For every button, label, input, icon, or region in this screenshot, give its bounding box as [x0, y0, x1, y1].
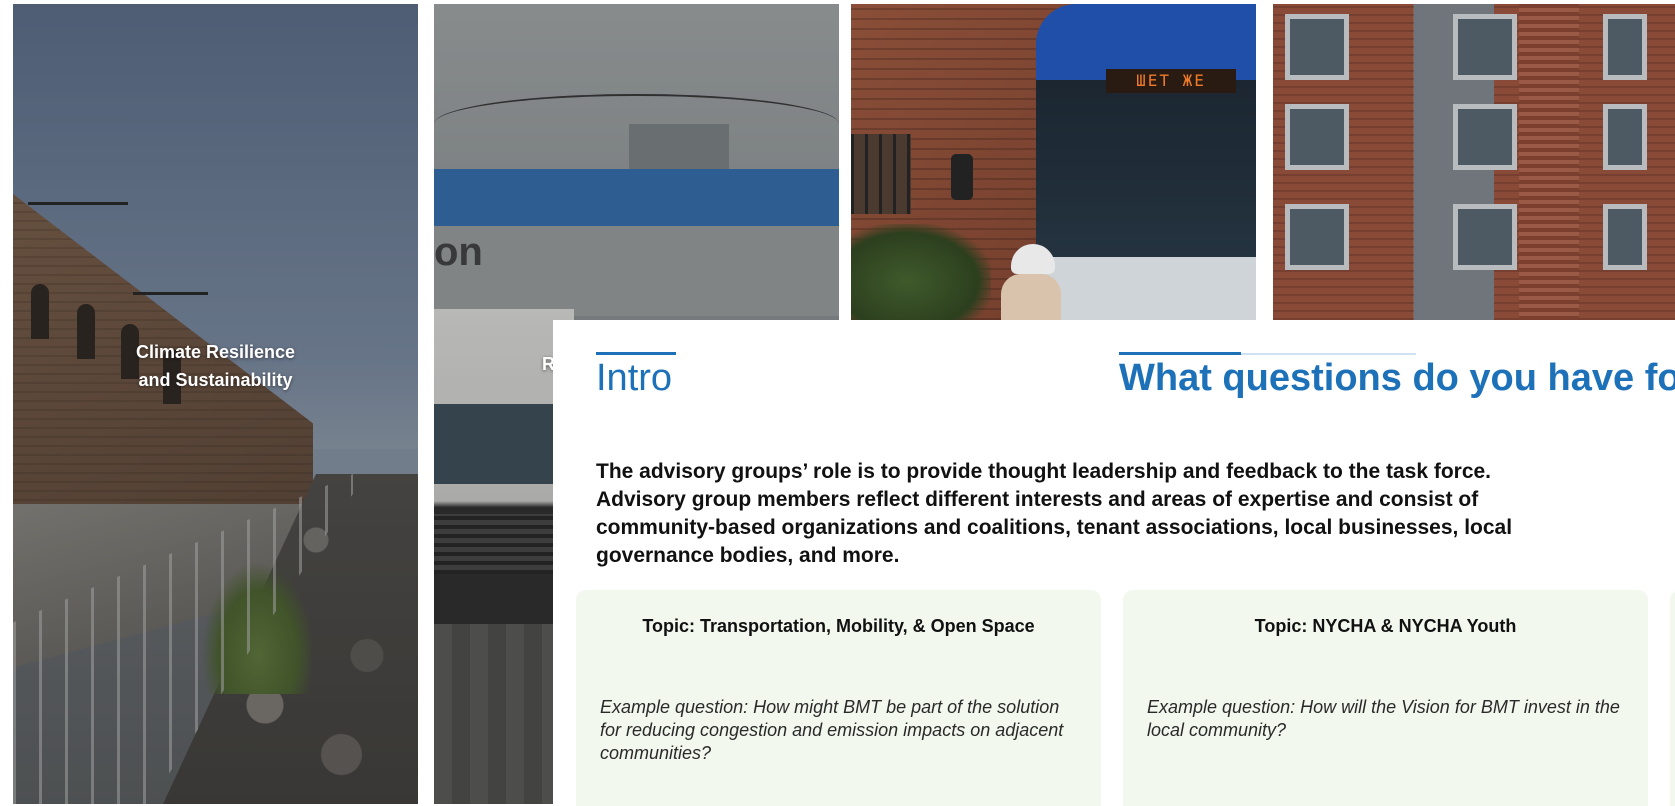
tile-photo-window [1603, 204, 1647, 270]
intro-body: The advisory groups’ role is to provide … [596, 460, 1513, 567]
tile-photo-window-grid [851, 134, 911, 214]
tile-label: Climate Resilience and Sustainability [13, 338, 418, 394]
tile-photo-mirror [951, 154, 973, 200]
topic-example-question: Example question: How will the Vision fo… [1147, 697, 1620, 740]
tile-photo-bus-sign: ШЕТ ЖЕ [1106, 69, 1236, 93]
tile-photo-rider [1001, 274, 1061, 320]
topic-tile-housing[interactable] [1273, 4, 1675, 320]
intro-card: Intro What questions do you have for The… [553, 320, 1675, 806]
tile-label-line: and Sustainability [138, 370, 293, 390]
tile-photo-window [1603, 104, 1647, 170]
tile-photo-window [1285, 104, 1349, 170]
topic-card-nycha[interactable]: Topic: NYCHA & NYCHA Youth Example quest… [1123, 590, 1648, 806]
tile-label-line: Climate Resilience [135, 342, 296, 362]
intro-heading-bar [596, 352, 676, 355]
tile-photo-window [1285, 14, 1349, 80]
tile-photo-window [1453, 204, 1517, 270]
tile-photo-window [1603, 14, 1647, 80]
questions-title: What questions do you have for [1119, 357, 1675, 399]
topic-card-transportation[interactable]: Topic: Transportation, Mobility, & Open … [576, 590, 1101, 806]
tile-photo-window [1285, 204, 1349, 270]
topic-title: Topic: NYCHA & NYCHA Youth [1254, 616, 1517, 636]
tile-photo-bus [1036, 4, 1256, 320]
tile-photo-window [1453, 14, 1517, 80]
topic-card-next-edge[interactable] [1670, 590, 1675, 806]
topic-title: Topic: Transportation, Mobility, & Open … [642, 616, 1035, 636]
intro-title: Intro [596, 357, 673, 399]
topic-example-question: Example question: How might BMT be part … [600, 697, 1064, 763]
page: Climate Resilience and Sustainability on… [0, 0, 1675, 806]
topic-tile-bus[interactable]: ШЕТ ЖЕ [851, 4, 1256, 320]
tile-photo-stripes [1519, 4, 1579, 320]
tile-overlay [13, 4, 418, 804]
questions-heading-bar [1119, 352, 1241, 355]
tile-photo-window [1453, 104, 1517, 170]
tile-photo-foliage [851, 224, 991, 320]
topic-tile-climate-resilience[interactable]: Climate Resilience and Sustainability [13, 4, 418, 804]
